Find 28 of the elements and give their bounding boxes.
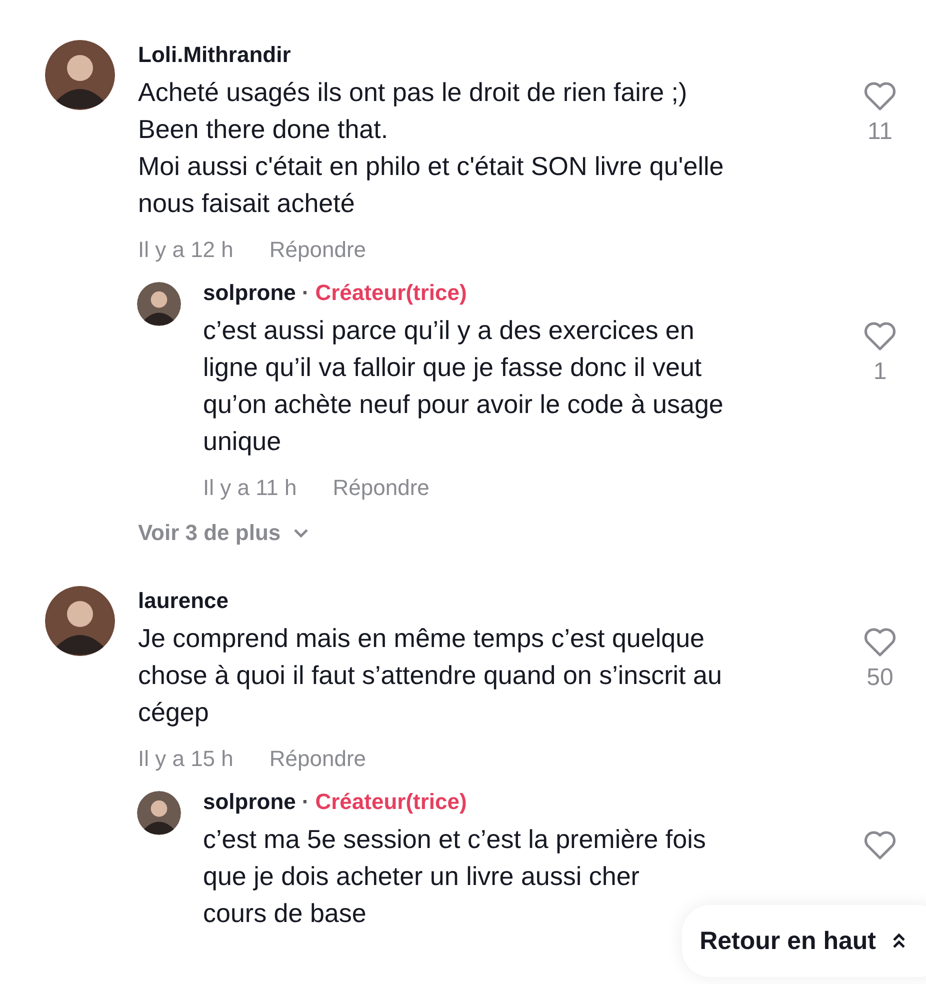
like-count: 11 [868, 118, 892, 146]
separator-dot: · [302, 788, 310, 816]
comment-text: Acheté usagés ils ont pas le droit de rien faire ;) Been there done that. Moi aussi c'était en philo et c'était SON livre qu'elle nous faisait acheté [138, 76, 725, 220]
avatar-icon[interactable] [45, 40, 115, 110]
timestamp: Il y a 15 h [138, 745, 234, 773]
back-to-top-button[interactable]: Retour en haut [682, 905, 926, 977]
double-chevron-up-icon [892, 933, 906, 949]
heart-icon[interactable] [863, 80, 897, 112]
avatar-icon[interactable] [137, 282, 181, 326]
like-count: 1 [873, 358, 887, 386]
avatar-icon[interactable] [137, 791, 181, 835]
avatar-icon[interactable] [45, 586, 115, 656]
timestamp: Il y a 12 h [138, 236, 234, 264]
username[interactable]: solprone [203, 278, 296, 308]
comment-text: c’est aussi parce qu’il y a des exercices en ligne qu’il va falloir que je fasse donc il veut qu’on achète neuf pour avoir le code à usage unique [203, 314, 724, 458]
comment-text: Je comprend mais en même temps c’est quelque chose à quoi il faut s’attendre quand on s’inscrit au cégep [138, 622, 723, 729]
timestamp: Il y a 11 h [203, 474, 297, 502]
heart-icon[interactable] [863, 320, 897, 352]
creator-label: Créateur(trice) [315, 788, 467, 816]
chevron-down-icon [292, 528, 309, 538]
username[interactable]: Loli.Mithrandir [138, 40, 291, 70]
username[interactable]: laurence [138, 586, 228, 616]
like-count: 50 [866, 664, 894, 692]
heart-icon[interactable] [863, 829, 897, 861]
separator-dot: · [302, 279, 310, 307]
creator-label: Créateur(trice) [315, 279, 467, 307]
username[interactable]: solprone [203, 787, 296, 817]
heart-icon[interactable] [863, 626, 897, 658]
